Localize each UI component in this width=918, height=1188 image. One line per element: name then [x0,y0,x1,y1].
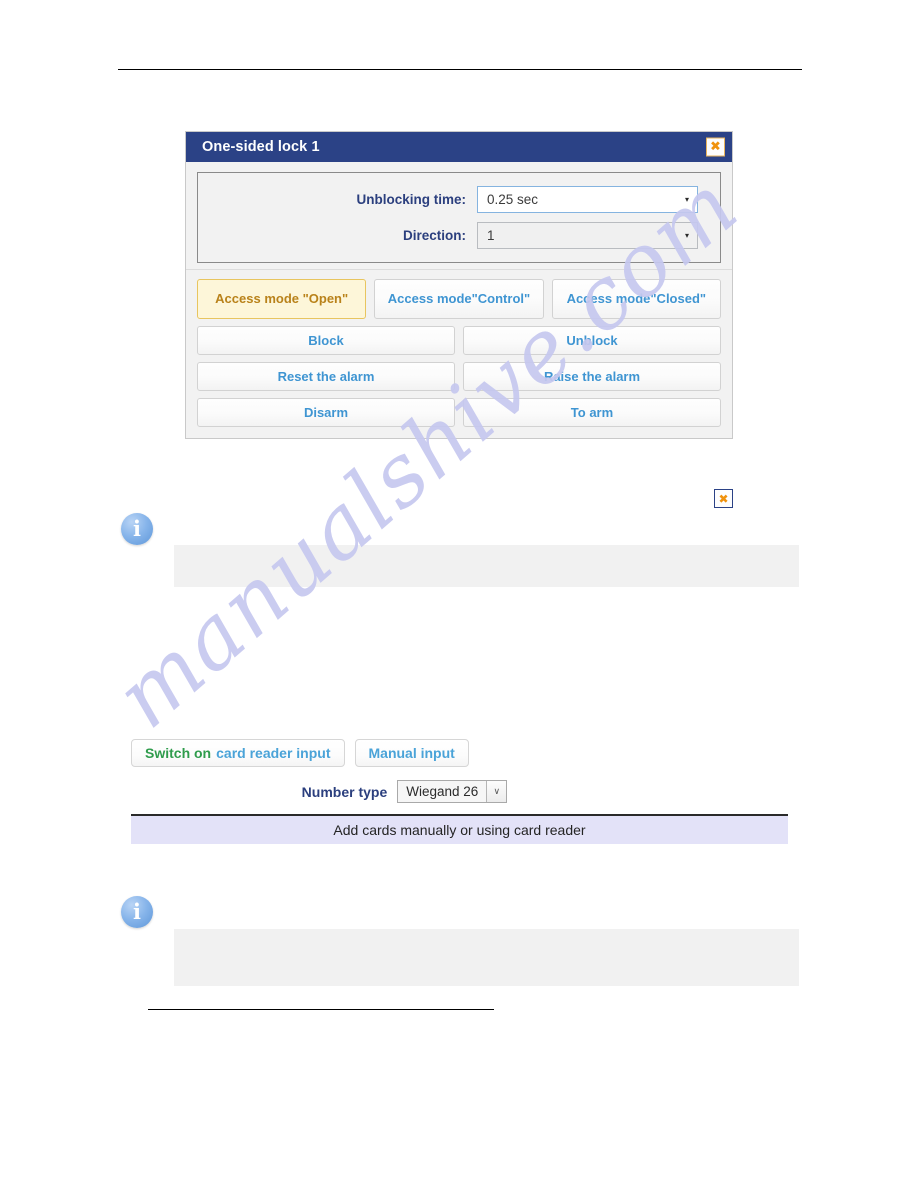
chevron-down-icon: ▾ [684,194,689,204]
page-footer-rule [148,1009,494,1010]
switch-on-card-reader-input-button[interactable]: Switch on card reader input [131,739,345,767]
watermark: manualshive.com [97,155,820,1000]
number-type-value: Wiegand 26 [406,784,479,799]
block-unblock-row: Block Unblock [197,326,721,355]
one-sided-lock-dialog: One-sided lock 1 ✖ Unblocking time: 0.25… [185,131,733,439]
to-arm-button[interactable]: To arm [463,398,721,427]
reset-alarm-button[interactable]: Reset the alarm [197,362,455,391]
access-mode-row: Access mode "Open" Access mode "Control" … [197,279,721,319]
access-mode-open-button[interactable]: Access mode "Open" [197,279,367,319]
card-reader-tabs: Switch on card reader input Manual input [131,739,788,767]
unblock-button[interactable]: Unblock [463,326,721,355]
card-reader-panel: Switch on card reader input Manual input… [131,739,788,844]
info-glyph: i [133,516,141,541]
unblocking-time-label: Unblocking time: [356,192,466,207]
close-icon: ✖ [718,491,729,506]
note-text-2 [174,929,799,986]
access-mode-control-button[interactable]: Access mode "Control" [374,279,544,319]
card-reader-input-suffix: card reader input [216,745,331,761]
unblocking-time-select[interactable]: 0.25 sec ▾ [477,186,698,213]
direction-row: Direction: 1 ▾ [210,222,698,249]
number-type-select[interactable]: Wiegand 26 ∨ [397,780,508,803]
page-header-rule [118,69,802,70]
info-glyph: i [133,899,141,924]
inline-close-icon-reference[interactable]: ✖ [714,489,733,508]
dialog-titlebar: One-sided lock 1 ✖ [186,132,732,162]
info-icon: i [121,513,153,545]
direction-select[interactable]: 1 ▾ [477,222,698,249]
direction-label: Direction: [402,228,466,243]
close-icon: ✖ [710,139,721,155]
block-button[interactable]: Block [197,326,455,355]
manual-input-button[interactable]: Manual input [354,739,469,767]
number-type-label: Number type [301,783,388,800]
direction-value: 1 [487,228,495,243]
raise-alarm-button[interactable]: Raise the alarm [463,362,721,391]
dialog-actions: Access mode "Open" Access mode "Control" … [186,269,732,438]
dialog-close-button[interactable]: ✖ [706,137,725,157]
switch-on-prefix: Switch on [145,745,212,761]
arm-row: Disarm To arm [197,398,721,427]
unblocking-time-value: 0.25 sec [487,192,539,207]
unblocking-time-row: Unblocking time: 0.25 sec ▾ [210,186,698,213]
number-type-row: Number type Wiegand 26 ∨ [131,780,788,803]
add-cards-banner: Add cards manually or using card reader [131,816,788,844]
chevron-down-icon: ▾ [684,230,689,240]
dialog-title: One-sided lock 1 [202,139,320,155]
note-text-1 [174,545,799,587]
dialog-body: Unblocking time: 0.25 sec ▾ Direction: 1… [186,162,732,269]
disarm-button[interactable]: Disarm [197,398,455,427]
info-icon: i [121,896,153,928]
alarm-row: Reset the alarm Raise the alarm [197,362,721,391]
settings-fieldset: Unblocking time: 0.25 sec ▾ Direction: 1… [197,172,721,263]
chevron-down-icon: ∨ [486,781,507,802]
access-mode-closed-button[interactable]: Access mode "Closed" [551,279,721,319]
